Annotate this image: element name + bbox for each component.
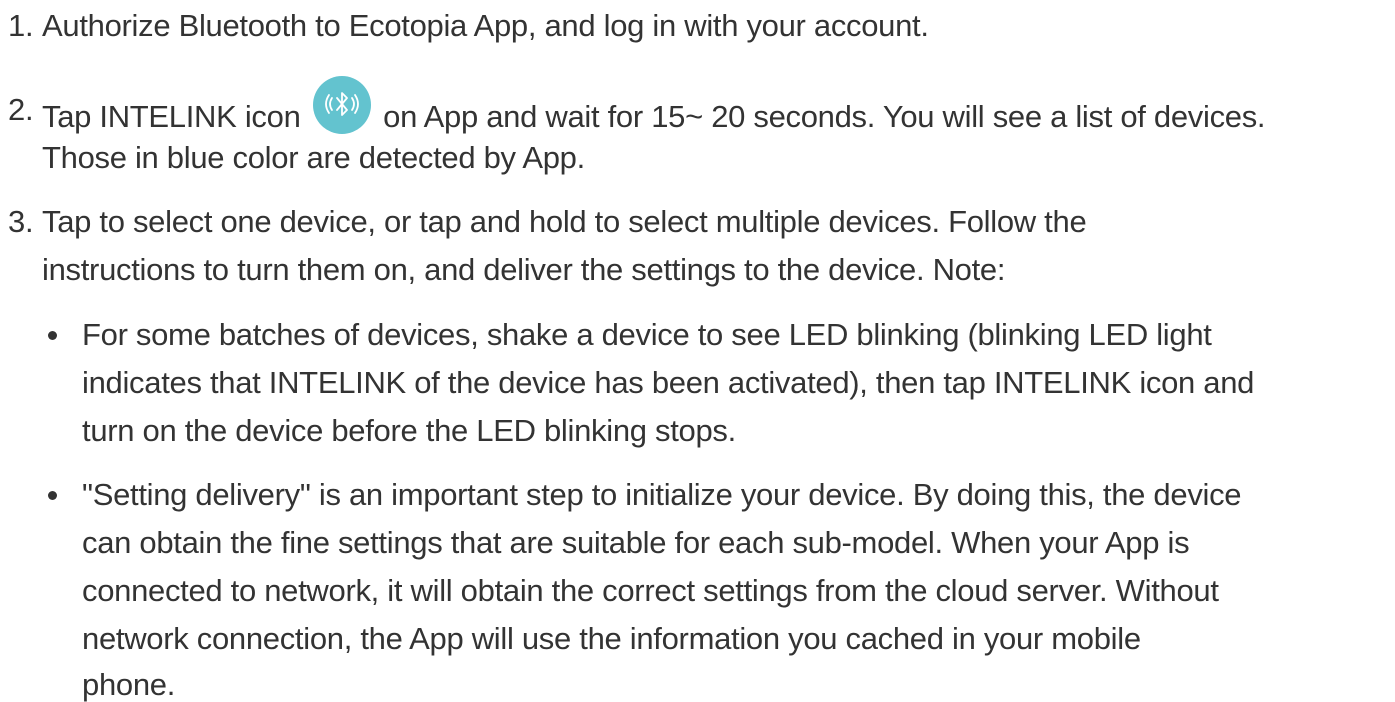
step-number: 1.: [8, 8, 34, 43]
step-text-after-icon: on App and wait for 15~ 20 seconds. You …: [383, 99, 1266, 135]
bullet-item-2-line-2: can obtain the fine settings that are su…: [0, 523, 1390, 563]
bullet-item-1-line-3: turn on the device before the LED blinki…: [0, 411, 1390, 451]
step-text-line-1: Tap to select one device, or tap and hol…: [42, 204, 1087, 239]
bullet-item-2-line-4: network connection, the App will use the…: [0, 619, 1390, 659]
bullet-text-line-1: For some batches of devices, shake a dev…: [82, 317, 1212, 352]
bullet-text-line-4: network connection, the App will use the…: [82, 621, 1141, 656]
bullet-text-line-1: "Setting delivery" is an important step …: [82, 477, 1242, 512]
step-text-line-2: Those in blue color are detected by App.: [42, 140, 585, 175]
step-1: 1. Authorize Bluetooth to Ecotopia App, …: [0, 6, 1390, 46]
bullet-text-line-3: connected to network, it will obtain the…: [82, 573, 1219, 608]
bullet-item-1-line-2: indicates that INTELINK of the device ha…: [0, 363, 1390, 403]
bluetooth-icon: [312, 76, 371, 134]
bullet-text-line-2: indicates that INTELINK of the device ha…: [82, 365, 1255, 400]
step-text-line-2: instructions to turn them on, and delive…: [42, 252, 1006, 287]
bullet-item-2: "Setting delivery" is an important step …: [0, 475, 1390, 515]
step-text: Authorize Bluetooth to Ecotopia App, and…: [42, 8, 929, 43]
bullet-text-line-2: can obtain the fine settings that are su…: [82, 525, 1190, 560]
bullet-text-line-5: phone.: [82, 667, 176, 702]
step-text-before-icon: Tap INTELINK icon: [42, 99, 301, 135]
bullet-text-line-3: turn on the device before the LED blinki…: [82, 413, 736, 448]
bullet-item-1: For some batches of devices, shake a dev…: [0, 315, 1390, 355]
bullet-icon: [48, 331, 57, 340]
step-number: 2.: [8, 92, 34, 127]
instructions-document: 1. Authorize Bluetooth to Ecotopia App, …: [0, 0, 1395, 702]
step-2: 2. Tap INTELINK icon on App and wait for…: [0, 76, 1390, 134]
step-number: 3.: [8, 204, 34, 239]
bullet-item-2-line-5: phone.: [0, 665, 1390, 702]
step-3-continuation: instructions to turn them on, and delive…: [0, 250, 1390, 290]
bullet-icon: [48, 491, 57, 500]
step-2-continuation: Those in blue color are detected by App.: [0, 138, 1390, 178]
bullet-item-2-line-3: connected to network, it will obtain the…: [0, 571, 1390, 611]
step-3: 3. Tap to select one device, or tap and …: [0, 202, 1390, 242]
